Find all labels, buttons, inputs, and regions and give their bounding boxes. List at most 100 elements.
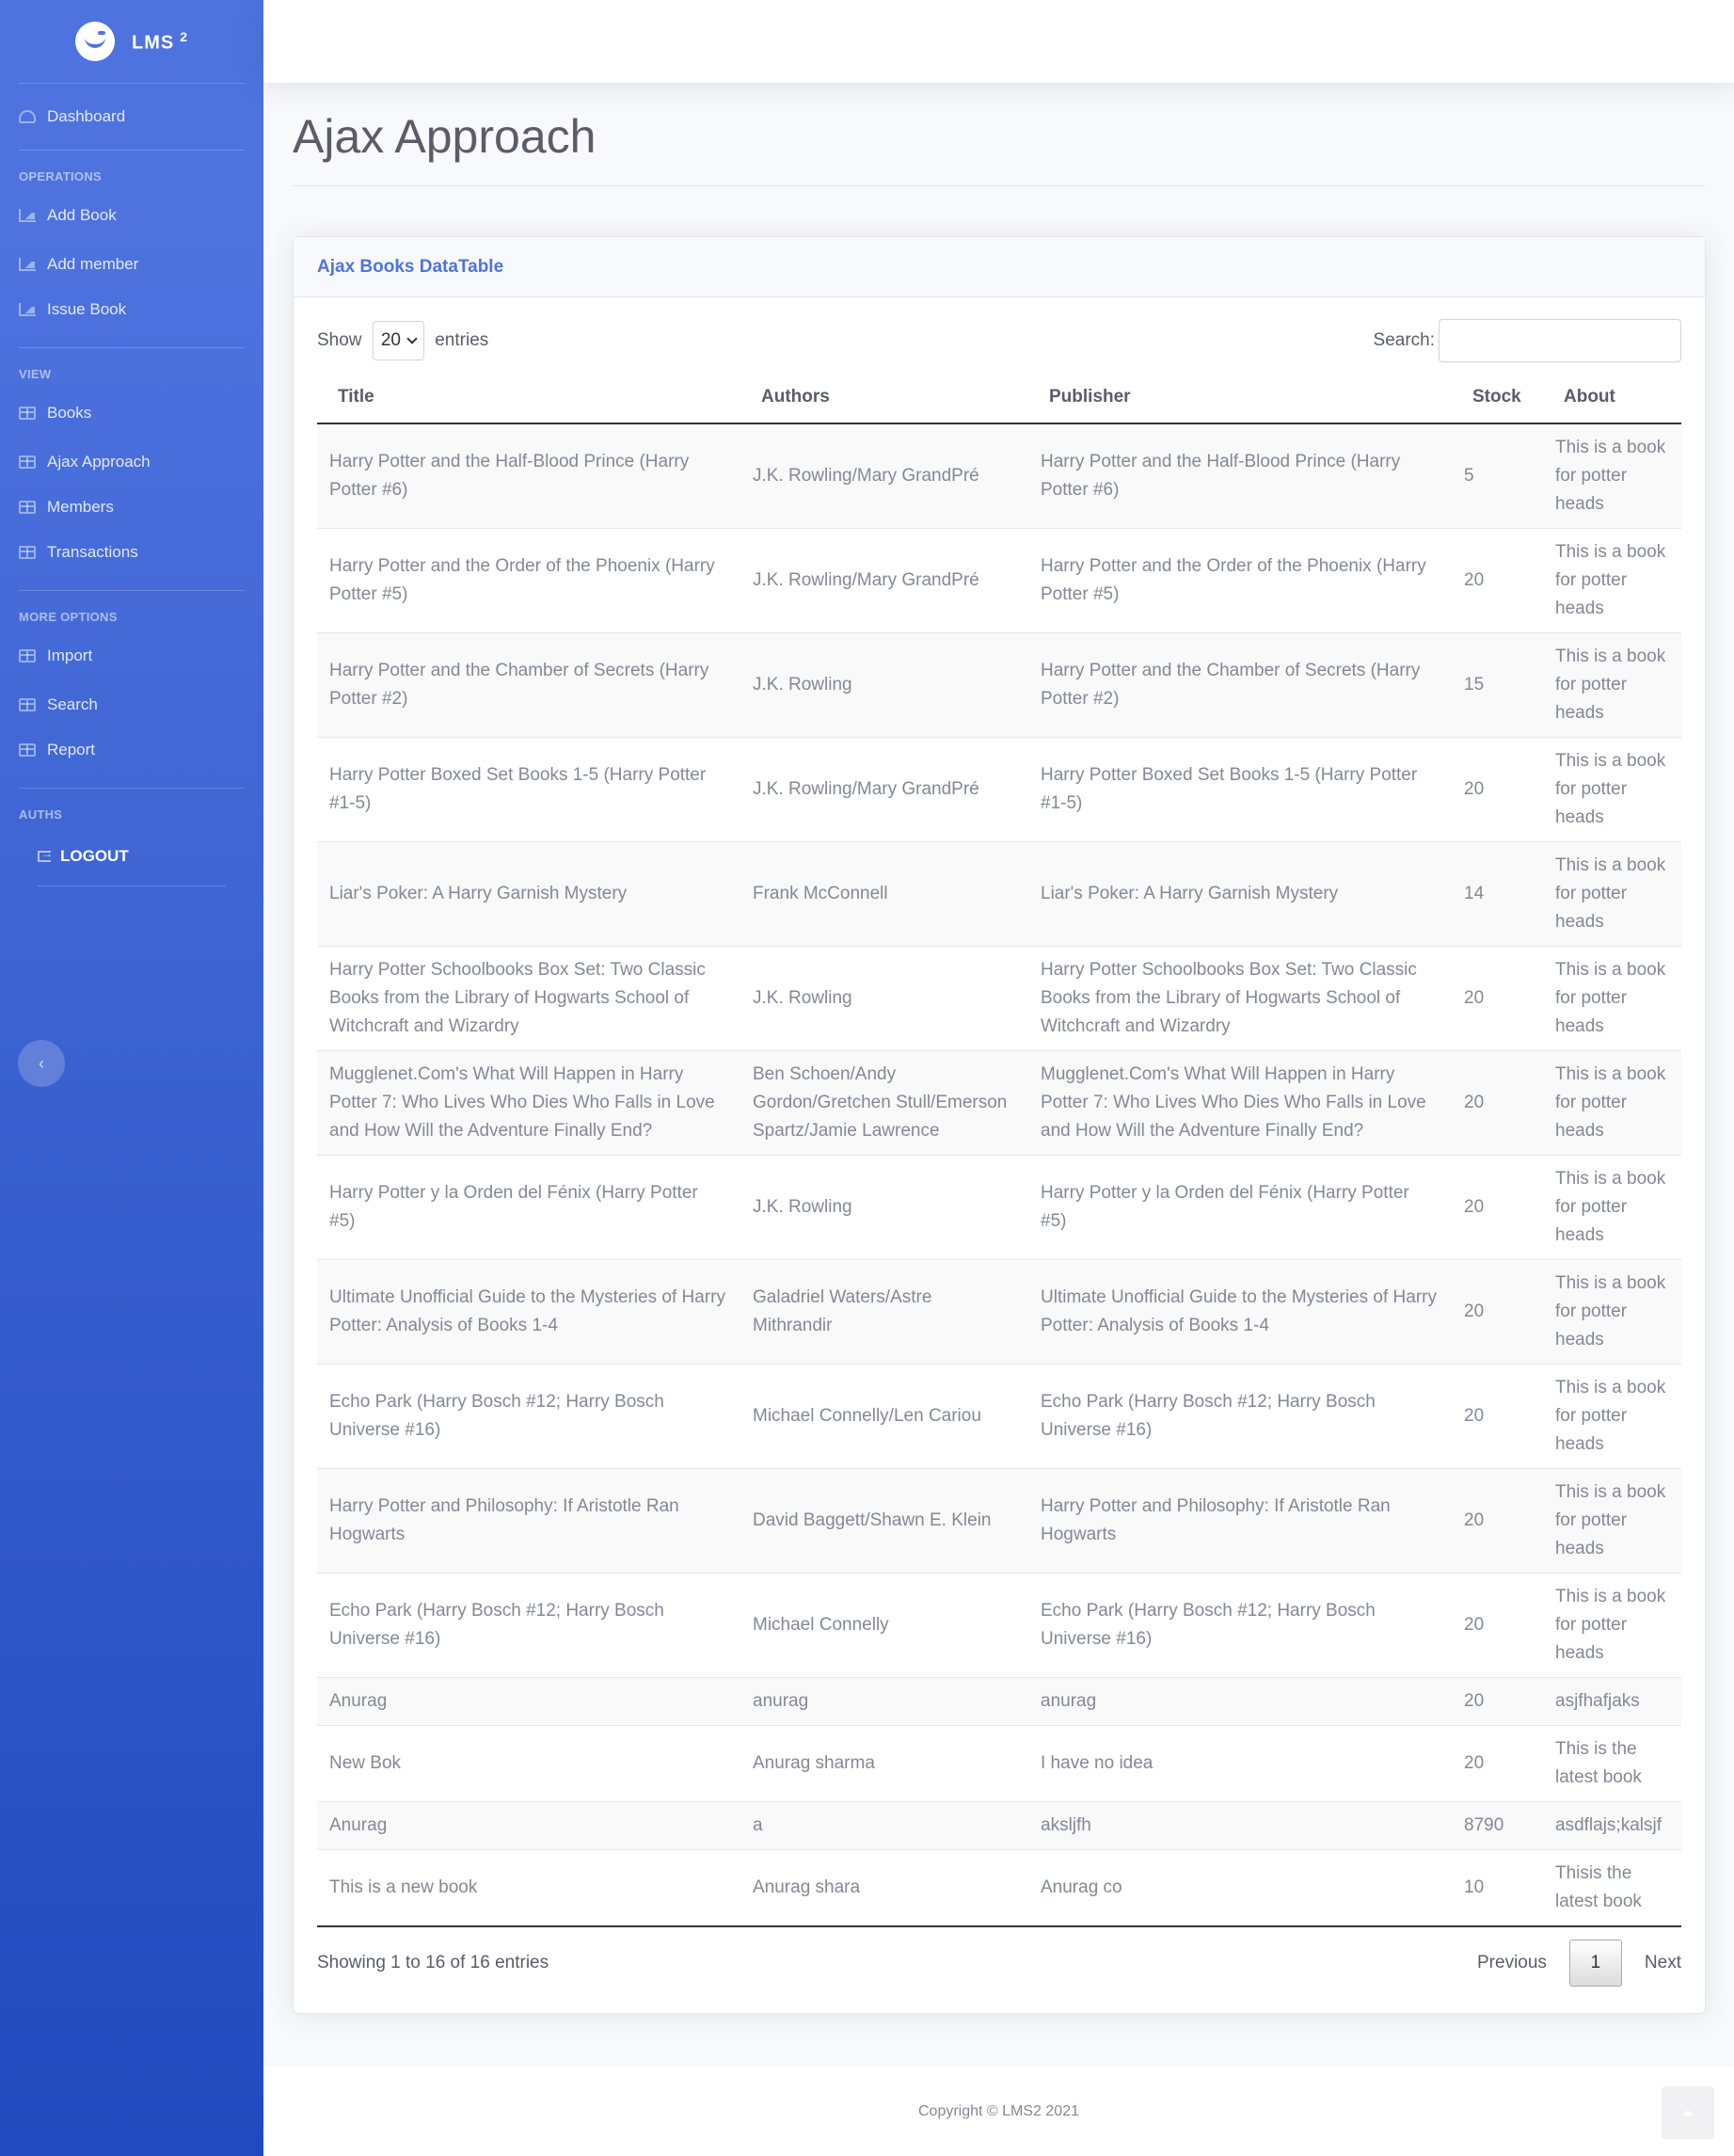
sidebar-item-dashboard[interactable]: Dashboard: [0, 84, 263, 150]
chevron-down-icon: [406, 333, 418, 344]
table-row: Harry Potter and Philosophy: If Aristotl…: [317, 1468, 1681, 1573]
books-table: Title Authors Publisher Stock About Harr…: [317, 371, 1681, 1927]
cell-authors: Galadriel Waters/Astre Mithrandir: [740, 1259, 1028, 1365]
cell-stock: 15: [1452, 632, 1543, 738]
table-row: Harry Potter and the Half-Blood Prince (…: [317, 423, 1681, 529]
column-header-authors[interactable]: Authors: [740, 371, 1028, 424]
search-label: Search:: [1373, 330, 1435, 350]
cell-title: Ultimate Unofficial Guide to the Mysteri…: [317, 1259, 740, 1365]
cell-title: Harry Potter and the Half-Blood Prince (…: [317, 423, 740, 529]
sidebar-item-issue-book[interactable]: Issue Book: [0, 287, 263, 332]
footer: Copyright © LMS2 2021: [263, 2067, 1734, 2156]
sidebar-item-label: Add member: [47, 255, 139, 273]
sidebar-item-books[interactable]: Books: [0, 387, 263, 439]
table-row: Anurag a aksljfh 8790 asdflajs;kalsjf: [317, 1801, 1681, 1850]
previous-button[interactable]: Previous: [1477, 1953, 1547, 1973]
cell-stock: 20: [1452, 1050, 1543, 1156]
column-header-publisher[interactable]: Publisher: [1028, 371, 1452, 424]
cell-stock: 20: [1452, 1364, 1543, 1469]
laugh-wink-icon: [74, 22, 115, 61]
cell-publisher: Echo Park (Harry Bosch #12; Harry Bosch …: [1028, 1364, 1452, 1469]
brand-name: LMS 2: [131, 28, 188, 54]
cell-publisher: Harry Potter Schoolbooks Box Set: Two Cl…: [1028, 946, 1452, 1051]
sidebar-item-ajax-approach[interactable]: Ajax Approach: [0, 439, 263, 485]
sidebar-item-label: Transactions: [47, 543, 138, 561]
cell-authors: David Baggett/Shawn E. Klein: [740, 1468, 1028, 1573]
sign-out-icon: [38, 847, 53, 862]
table-row: New Bok Anurag sharma I have no idea 20 This…: [317, 1725, 1681, 1802]
cell-title: This is a new book: [317, 1849, 740, 1927]
cell-title: Harry Potter and the Chamber of Secrets …: [317, 632, 740, 738]
sidebar-item-label: Import: [47, 647, 93, 664]
cell-about: This is a book for potter heads: [1543, 1364, 1681, 1469]
table-icon: [19, 546, 36, 559]
table-row: Echo Park (Harry Bosch #12; Harry Bosch …: [317, 1573, 1681, 1678]
column-header-about[interactable]: About: [1543, 371, 1681, 424]
cell-authors: Michael Connelly/Len Cariou: [740, 1364, 1028, 1469]
chart-area-icon: [19, 303, 36, 316]
cell-stock: 8790: [1452, 1801, 1543, 1850]
sidebar-item-add-member[interactable]: Add member: [0, 242, 263, 287]
cell-title: Harry Potter y la Orden del Fénix (Harry…: [317, 1155, 740, 1260]
sidebar-item-search[interactable]: Search: [0, 682, 263, 727]
table-row: Harry Potter and the Chamber of Secrets …: [317, 632, 1681, 738]
cell-about: This is a book for potter heads: [1543, 737, 1681, 842]
table-row: Ultimate Unofficial Guide to the Mysteri…: [317, 1259, 1681, 1365]
cell-authors: a: [740, 1801, 1028, 1850]
cell-stock: 10: [1452, 1849, 1543, 1927]
logout-label: LOGOUT: [60, 847, 129, 865]
column-header-stock[interactable]: Stock: [1452, 371, 1543, 424]
sidebar-item-import[interactable]: Import: [0, 630, 263, 682]
search-input[interactable]: [1439, 319, 1681, 362]
cell-stock: 20: [1452, 1155, 1543, 1260]
table-row: Anurag anurag anurag 20 asjfhafjaks: [317, 1677, 1681, 1726]
entries-length-select[interactable]: 20: [372, 321, 424, 360]
cell-stock: 20: [1452, 1468, 1543, 1573]
cell-stock: 14: [1452, 841, 1543, 947]
sidebar-item-label: Report: [47, 741, 96, 759]
cell-authors: J.K. Rowling: [740, 946, 1028, 1051]
table-row: Harry Potter Boxed Set Books 1-5 (Harry …: [317, 737, 1681, 842]
cell-publisher: aksljfh: [1028, 1801, 1452, 1850]
cell-publisher: Harry Potter y la Orden del Fénix (Harry…: [1028, 1155, 1452, 1260]
cell-about: This is a book for potter heads: [1543, 632, 1681, 738]
cell-about: This is a book for potter heads: [1543, 1573, 1681, 1678]
column-header-title[interactable]: Title: [317, 371, 740, 424]
sidebar-item-report[interactable]: Report: [0, 727, 263, 773]
cell-stock: 20: [1452, 737, 1543, 842]
sidebar-toggle-button[interactable]: ‹: [18, 1040, 65, 1087]
sidebar-item-members[interactable]: Members: [0, 485, 263, 530]
sidebar-item-add-book[interactable]: Add Book: [0, 189, 263, 242]
cell-authors: Ben Schoen/Andy Gordon/Gretchen Stull/Em…: [740, 1050, 1028, 1156]
cell-about: asdflajs;kalsjf: [1543, 1801, 1681, 1850]
section-title-more-options: MORE OPTIONS: [19, 610, 118, 624]
cell-stock: 20: [1452, 946, 1543, 1051]
sidebar-item-label: Issue Book: [47, 300, 127, 318]
logout-button[interactable]: LOGOUT: [0, 827, 263, 886]
brand[interactable]: LMS 2: [0, 0, 263, 83]
length-value: 20: [380, 330, 401, 350]
sidebar-item-label: Search: [47, 695, 98, 713]
cell-authors: anurag: [740, 1677, 1028, 1726]
cell-title: Harry Potter and Philosophy: If Aristotl…: [317, 1468, 740, 1573]
datatable-card: Ajax Books DataTable Show 20 entries Sea…: [293, 236, 1706, 2014]
cell-title: Anurag: [317, 1801, 740, 1850]
cell-stock: 20: [1452, 1259, 1543, 1365]
page-button-1[interactable]: 1: [1568, 1940, 1622, 1987]
table-row: Echo Park (Harry Bosch #12; Harry Bosch …: [317, 1364, 1681, 1469]
cell-publisher: Echo Park (Harry Bosch #12; Harry Bosch …: [1028, 1573, 1452, 1678]
sidebar-item-transactions[interactable]: Transactions: [0, 530, 263, 575]
next-button[interactable]: Next: [1645, 1953, 1681, 1973]
cell-about: asjfhafjaks: [1543, 1677, 1681, 1726]
scroll-to-top-button[interactable]: [1662, 2086, 1714, 2139]
table-info: Showing 1 to 16 of 16 entries: [317, 1953, 549, 1972]
section-title-auths: AUTHS: [19, 807, 63, 822]
show-label: Show: [317, 330, 362, 350]
cell-authors: Anurag shara: [740, 1849, 1028, 1927]
cell-publisher: Ultimate Unofficial Guide to the Mysteri…: [1028, 1259, 1452, 1365]
cell-authors: Anurag sharma: [740, 1725, 1028, 1802]
cell-title: Harry Potter Schoolbooks Box Set: Two Cl…: [317, 946, 740, 1051]
cell-publisher: Harry Potter and the Half-Blood Prince (…: [1028, 423, 1452, 529]
chart-area-icon: [19, 258, 36, 271]
cell-title: Liar's Poker: A Harry Garnish Mystery: [317, 841, 740, 947]
